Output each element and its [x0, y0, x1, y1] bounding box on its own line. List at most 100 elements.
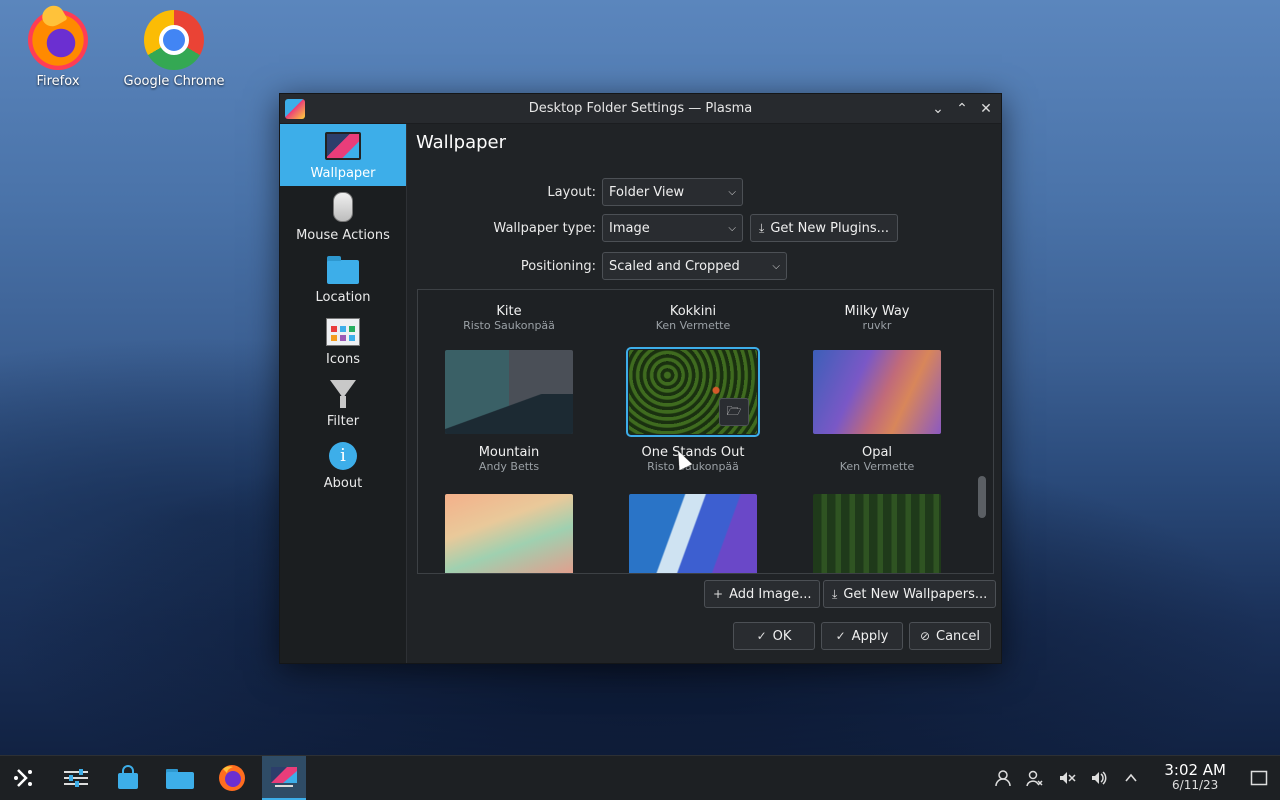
sidebar-item-wallpaper[interactable]: Wallpaper: [280, 124, 406, 186]
taskbar-firefox[interactable]: [210, 756, 254, 800]
desktop-icon-label: Firefox: [36, 74, 80, 89]
chevron-down-icon: ⌵: [728, 186, 736, 198]
wallpaper-tile-milky-way[interactable]: Milky Way ruvkr: [792, 304, 962, 332]
grid-scrollbar[interactable]: [978, 476, 986, 518]
wallpaper-thumbnail: [813, 494, 941, 573]
layout-select[interactable]: Folder View ⌵: [602, 178, 743, 206]
open-folder-icon[interactable]: 🗁: [719, 398, 749, 426]
layout-row: Layout: Folder View ⌵: [407, 178, 743, 206]
filter-icon: [330, 380, 356, 408]
wallpaper-name: Opal: [861, 445, 893, 460]
desktop-icon-chrome[interactable]: Google Chrome: [119, 10, 229, 89]
sidebar-item-about[interactable]: i About: [280, 434, 406, 496]
taskbar-desktop-settings[interactable]: [262, 756, 306, 800]
app-launcher-button[interactable]: [2, 756, 46, 800]
positioning-select[interactable]: Scaled and Cropped ⌵: [602, 252, 787, 280]
wallpaper-type-select[interactable]: Image ⌵: [602, 214, 743, 242]
wallpaper-name: One Stands Out: [641, 445, 745, 460]
wallpaper-author: Andy Betts: [478, 460, 540, 473]
wallpaper-author: Ken Vermette: [655, 319, 731, 332]
taskbar-dolphin[interactable]: [158, 756, 202, 800]
download-icon: ⤓: [759, 220, 765, 235]
plasma-app-icon[interactable]: [285, 98, 305, 119]
wallpaper-author: Risto Saukonpää: [647, 460, 739, 473]
clock-date: 6/11/23: [1172, 778, 1219, 792]
wallpaper-thumbnail: [445, 350, 573, 434]
sidebar-item-label: About: [323, 476, 363, 491]
ok-button[interactable]: ✓ OK: [733, 622, 815, 650]
add-image-button[interactable]: + Add Image...: [704, 580, 821, 608]
clock-time: 3:02 AM: [1164, 761, 1226, 779]
apply-label: Apply: [851, 628, 889, 644]
clock[interactable]: 3:02 AM 6/11/23: [1164, 763, 1226, 793]
mouse-icon: [333, 192, 353, 222]
sidebar-item-label: Filter: [326, 414, 360, 429]
system-tray: 3:02 AM 6/11/23: [992, 763, 1280, 793]
desktop-icon-firefox[interactable]: Firefox: [3, 10, 113, 89]
window-title: Desktop Folder Settings — Plasma: [528, 101, 753, 116]
cancel-icon: ⊘: [919, 629, 930, 643]
wallpaper-tile-mountain[interactable]: Mountain Andy Betts: [424, 350, 594, 473]
wallpaper-tile[interactable]: [424, 494, 594, 573]
chrome-icon: [144, 10, 204, 70]
cancel-button[interactable]: ⊘ Cancel: [909, 622, 991, 650]
settings-window: Desktop Folder Settings — Plasma ⌄ ⌃ ✕ W…: [279, 93, 1002, 664]
title-bar[interactable]: Desktop Folder Settings — Plasma ⌄ ⌃ ✕: [280, 94, 1001, 124]
launcher-icon: [14, 769, 32, 787]
taskbar-system-settings[interactable]: [54, 756, 98, 800]
close-button[interactable]: ✕: [975, 98, 997, 120]
wallpaper-author: ruvkr: [862, 319, 892, 332]
wallpaper-author: Ken Vermette: [839, 460, 915, 473]
folder-icon: [327, 256, 359, 284]
sidebar-item-label: Location: [315, 290, 371, 305]
wallpaper-tile-one-stands-out[interactable]: 🗁 One Stands Out Risto Saukonpää: [608, 347, 778, 473]
wallpaper-name: Kite: [496, 304, 522, 319]
wallpaper-thumbnail: [445, 494, 573, 573]
layout-value: Folder View: [609, 184, 685, 200]
sidebar-item-icons[interactable]: Icons: [280, 310, 406, 372]
chevron-up-icon[interactable]: [1120, 767, 1142, 789]
info-icon: i: [329, 442, 357, 470]
layout-label: Layout:: [547, 184, 596, 200]
ok-label: OK: [772, 628, 792, 644]
add-image-label: Add Image...: [729, 586, 812, 602]
check-icon: ✓: [835, 629, 846, 643]
wallpaper-grid[interactable]: Kite Risto Saukonpää Kokkini Ken Vermett…: [417, 289, 994, 574]
wallpaper-icon: [325, 132, 361, 160]
firefox-icon: [28, 10, 88, 70]
get-new-plugins-label: Get New Plugins...: [770, 220, 890, 236]
minimize-button[interactable]: ⌄: [927, 98, 949, 120]
get-new-wallpapers-label: Get New Wallpapers...: [843, 586, 988, 602]
settings-content: Wallpaper Layout: Folder View ⌵ Wallpape…: [407, 124, 1001, 663]
category-sidebar: Wallpaper Mouse Actions Location Icons F…: [280, 124, 407, 663]
wallpaper-author: Risto Saukonpää: [463, 319, 555, 332]
shopping-bag-icon: [118, 765, 138, 789]
volume-icon[interactable]: [1088, 767, 1110, 789]
sidebar-item-mouse-actions[interactable]: Mouse Actions: [280, 186, 406, 248]
apply-button[interactable]: ✓ Apply: [821, 622, 903, 650]
wallpaper-tile-kokkini[interactable]: Kokkini Ken Vermette: [608, 304, 778, 332]
get-new-wallpapers-button[interactable]: ⤓ Get New Wallpapers...: [823, 580, 997, 608]
wallpaper-tile-opal[interactable]: Opal Ken Vermette: [792, 350, 962, 473]
audio-muted-icon[interactable]: [1056, 767, 1078, 789]
wallpaper-name: Mountain: [478, 445, 540, 460]
get-new-plugins-button[interactable]: ⤓ Get New Plugins...: [750, 214, 899, 242]
user-switch-icon[interactable]: [1024, 767, 1046, 789]
wallpaper-name: Milky Way: [844, 304, 910, 319]
sidebar-item-location[interactable]: Location: [280, 248, 406, 310]
wallpaper-thumbnail: [629, 494, 757, 573]
positioning-value: Scaled and Cropped: [609, 258, 740, 274]
wallpaper-type-row: Wallpaper type: Image ⌵ ⤓ Get New Plugin…: [407, 214, 899, 242]
show-desktop-icon[interactable]: [1248, 767, 1270, 789]
plus-icon: +: [713, 587, 724, 601]
icons-icon: [326, 318, 360, 346]
sidebar-item-filter[interactable]: Filter: [280, 372, 406, 434]
page-title: Wallpaper: [416, 132, 507, 153]
wallpaper-thumbnail: [813, 350, 941, 434]
user-icon[interactable]: [992, 767, 1014, 789]
wallpaper-tile[interactable]: [608, 494, 778, 573]
taskbar-discover[interactable]: [106, 756, 150, 800]
maximize-button[interactable]: ⌃: [951, 98, 973, 120]
wallpaper-tile[interactable]: [792, 494, 962, 573]
wallpaper-tile-kite[interactable]: Kite Risto Saukonpää: [424, 304, 594, 332]
